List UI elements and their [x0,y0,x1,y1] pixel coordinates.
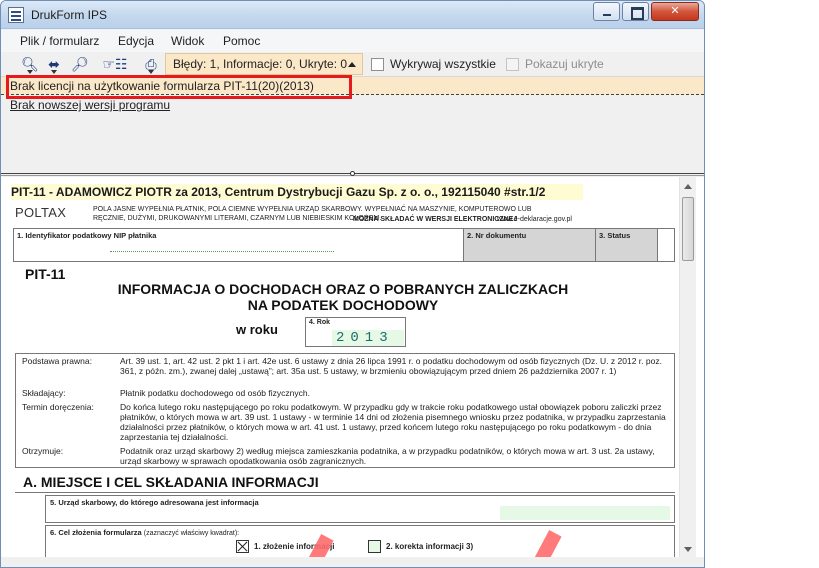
year-prefix: w roku [236,322,278,337]
online-submission-note: MOŻNA SKŁADAĆ W WERSJI ELEKTRONICZNEJ [353,216,518,223]
messages-panel: Brak licencji na użytkowanie formularza … [1,76,704,174]
info-label: Termin doręczenia: [22,402,94,412]
status-label: 3. Status [599,231,631,240]
show-hidden-label[interactable]: Pokazuj ukryte [525,57,604,71]
year-value[interactable]: 2013 [332,330,404,346]
year-field[interactable]: 4. Rok 2013 [305,317,406,347]
print-dropdown-icon[interactable] [148,70,154,74]
correction-checkbox[interactable] [368,540,381,553]
info-label: Składający: [22,388,66,398]
menu-bar: Plik / formularz Edycja Widok Pomoc [1,30,704,52]
form-code: PIT-11 [25,266,66,282]
form-title: INFORMACJA O DOCHODACH ORAZ O POBRANYCH … [11,281,675,313]
tax-office-input[interactable] [500,506,670,520]
fit-width-dropdown-icon[interactable] [51,70,57,74]
title-bar[interactable]: DrukForm IPS ✕ [1,1,704,29]
go-to-field-icon[interactable]: ☞☷ [101,55,129,73]
menu-help[interactable]: Pomoc [223,34,260,48]
detect-all-checkbox[interactable] [371,58,384,71]
vertical-scrollbar[interactable] [679,177,696,557]
tax-office-field[interactable]: 5. Urząd skarbowy, do którego adresowana… [45,495,675,523]
zoom-out-dropdown-icon[interactable] [27,70,33,74]
app-window: DrukForm IPS ✕ Plik / formularz Edycja W… [0,0,705,568]
window-title: DrukForm IPS [31,8,108,22]
menu-view[interactable]: Widok [171,34,204,48]
zoom-in-icon[interactable]: 🔎︎ [71,55,89,73]
document-number-field: 2. Nr dokumentu [464,229,596,261]
purpose-label: 6. Cel złożenia formularza [50,528,142,537]
menu-file[interactable]: Plik / formularz [20,34,99,48]
splitter-grip-icon[interactable] [350,171,355,176]
validation-status-dropdown[interactable]: Błędy: 1, Informacje: 0, Ukryte: 0 [165,53,363,75]
year-label: 4. Rok [309,319,331,326]
info-label: Podstawa prawna: [22,356,92,366]
purpose-hint: (zaznaczyć właściwy kwadrat): [143,530,240,537]
scroll-down-icon[interactable] [684,547,692,552]
version-info-message[interactable]: Brak nowszej wersji programu [10,98,170,112]
validation-status-text: Błędy: 1, Informacje: 0, Ukryte: 0 [173,57,348,71]
nip-label: 1. Identyfikator podatkowy NIP płatnika [17,231,157,240]
show-hidden-checkbox[interactable] [506,58,519,71]
info-text: Podatnik oraz urząd skarbowy 2) według m… [120,446,655,466]
identifier-row: 1. Identyfikator podatkowy NIP płatnika … [13,228,675,262]
nip-input-line [110,251,334,252]
scroll-thumb[interactable] [682,197,694,261]
info-label: Otrzymuje: [22,446,64,456]
license-error-message[interactable]: Brak licencji na użytkowanie formularza … [1,77,704,95]
info-text: Płatnik podatku dochodowego od osób fizy… [120,388,310,398]
bottom-edge [1,557,704,567]
correction-label: 2. korekta informacji 3) [386,542,474,551]
form-info-box: Podstawa prawna: Art. 39 ust. 1, art. 42… [15,353,675,468]
submission-checkbox[interactable] [236,540,249,553]
info-text: Art. 39 ust. 1, art. 42 ust. 2 pkt 1 i a… [120,356,662,376]
section-a-heading: A. MIEJSCE I CEL SKŁADANIA INFORMACJI [15,471,675,493]
toolbar: 🔍︎ ⬌ 🔎︎ ☞☷ ⎙ Błędy: 1, Informacje: 0, Uk… [1,52,704,76]
status-field: 3. Status [596,229,658,261]
document-header: PIT-11 - ADAMOWICZ PIOTR za 2013, Centru… [11,184,583,200]
detect-all-label[interactable]: Wykrywaj wszystkie [390,57,496,71]
form-title-line1: INFORMACJA O DOCHODACH ORAZ O POBRANYCH … [117,281,569,297]
nip-field[interactable]: 1. Identyfikator podatkowy NIP płatnika [14,229,464,261]
online-url: www.e-deklaracje.gov.pl [497,216,572,223]
close-button[interactable]: ✕ [651,2,699,21]
tax-office-label: 5. Urząd skarbowy, do którego adresowana… [50,498,259,507]
scroll-up-icon[interactable] [684,184,692,189]
maximize-button[interactable] [622,2,649,21]
app-icon[interactable] [8,7,24,23]
chevron-up-icon [348,62,356,67]
document-viewer[interactable]: PIT-11 - ADAMOWICZ PIOTR za 2013, Centru… [1,177,704,567]
menu-edit[interactable]: Edycja [118,34,154,48]
document-number-label: 2. Nr dokumentu [467,231,527,240]
poltax-logo: POLTAX [15,205,67,220]
form-title-line2: NA PODATEK DOCHODOWY [247,297,439,313]
info-text: Do końca lutego roku następującego po ro… [120,402,666,442]
minimize-button[interactable] [593,2,620,21]
form-page: PIT-11 - ADAMOWICZ PIOTR za 2013, Centru… [11,183,675,567]
panel-splitter[interactable] [1,171,704,176]
